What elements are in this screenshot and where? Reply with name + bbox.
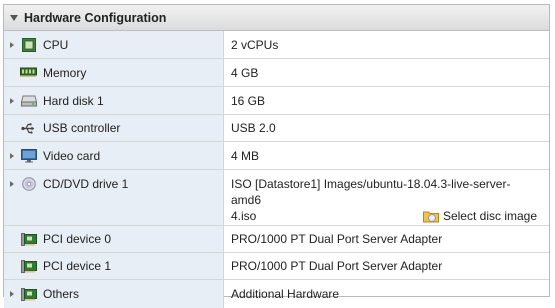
row-value: 4 MB — [231, 148, 260, 163]
row-label-cell: PCI device 1 — [4, 253, 224, 279]
row-label: CD/DVD drive 1 — [43, 177, 129, 191]
expand-icon[interactable] — [4, 152, 20, 159]
cd-dvd-icon — [20, 177, 37, 191]
row-label-cell: CPU — [4, 31, 224, 58]
row-label-cell: USB controller — [4, 115, 224, 141]
row-label: CPU — [43, 37, 69, 52]
expand-icon[interactable] — [4, 291, 20, 297]
select-disc-image-link[interactable]: Select disc image — [443, 208, 537, 224]
row-memory[interactable]: Memory 4 GB — [4, 59, 549, 87]
row-hard-disk-1[interactable]: Hard disk 1 16 GB — [4, 87, 549, 115]
row-label: USB controller — [43, 121, 121, 135]
hardware-configuration-panel: Hardware Configuration CPU 2 vCPUs Memor… — [3, 4, 550, 308]
row-value: PRO/1000 PT Dual Port Server Adapter — [231, 259, 443, 273]
row-value: Additional Hardware — [231, 287, 340, 301]
row-pci-device-0[interactable]: PCI device 0 PRO/1000 PT Dual Port Serve… — [4, 226, 549, 253]
monitor-icon — [20, 148, 37, 163]
usb-icon — [20, 121, 37, 135]
row-label: PCI device 1 — [43, 259, 112, 273]
cpu-icon — [20, 37, 37, 52]
row-label-cell: Hard disk 1 — [4, 87, 224, 114]
expand-icon[interactable] — [4, 41, 20, 48]
row-cd-dvd-drive-1[interactable]: CD/DVD drive 1 ISO [Datastore1] Images/u… — [4, 170, 549, 226]
memory-icon — [20, 66, 37, 80]
expand-icon[interactable] — [4, 97, 20, 104]
cd-dvd-value-cell: ISO [Datastore1] Images/ubuntu-18.04.3-l… — [224, 170, 549, 225]
collapse-icon[interactable] — [10, 14, 18, 21]
row-value: 2 vCPUs — [231, 37, 279, 52]
row-label: Video card — [43, 148, 101, 163]
row-label-cell: PCI device 0 — [4, 226, 224, 252]
row-label: Others — [43, 287, 80, 301]
pci-card-icon — [20, 287, 37, 301]
row-label-cell: CD/DVD drive 1 — [4, 170, 224, 225]
row-value-line2: 4.iso — [231, 209, 257, 223]
row-value: PRO/1000 PT Dual Port Server Adapter — [231, 232, 443, 246]
row-usb-controller[interactable]: USB controller USB 2.0 — [4, 115, 549, 142]
row-label: PCI device 0 — [43, 232, 112, 246]
row-value-line1: ISO [Datastore1] Images/ubuntu-18.04.3-l… — [231, 177, 511, 207]
row-label-cell: Memory — [4, 59, 224, 86]
row-value: USB 2.0 — [231, 121, 276, 135]
row-cpu[interactable]: CPU 2 vCPUs — [4, 31, 549, 59]
expand-icon[interactable] — [4, 177, 20, 191]
row-pci-device-1[interactable]: PCI device 1 PRO/1000 PT Dual Port Serve… — [4, 253, 549, 280]
section-title: Hardware Configuration — [24, 10, 167, 25]
row-label: Memory — [43, 65, 87, 80]
pci-card-icon — [20, 232, 37, 246]
pci-card-icon — [20, 259, 37, 273]
row-value: 4 GB — [231, 65, 259, 80]
section-header[interactable]: Hardware Configuration — [4, 5, 549, 31]
row-label: Hard disk 1 — [43, 93, 104, 108]
row-others[interactable]: Others Additional Hardware — [4, 280, 549, 308]
row-label-cell: Video card — [4, 142, 224, 169]
row-value: 16 GB — [231, 93, 266, 108]
hard-disk-icon — [20, 94, 37, 108]
row-label-cell: Others — [4, 280, 224, 308]
row-video-card[interactable]: Video card 4 MB — [4, 142, 549, 170]
folder-disc-icon[interactable] — [422, 209, 439, 223]
